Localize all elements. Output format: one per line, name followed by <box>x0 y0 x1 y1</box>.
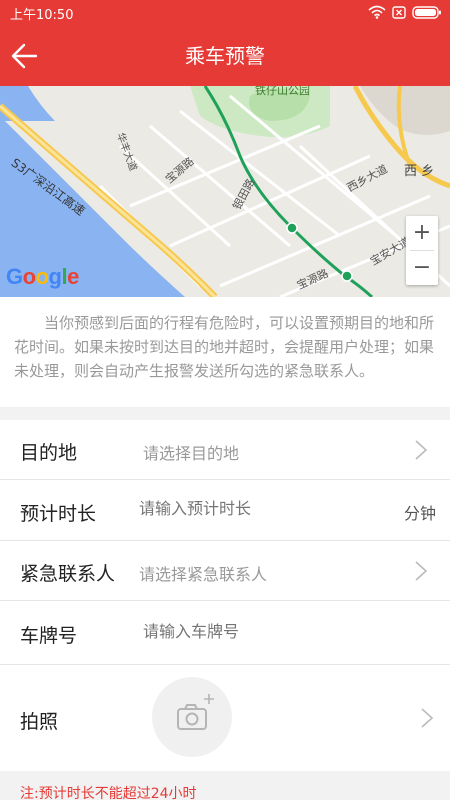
row-photo: 拍照 <box>0 665 450 771</box>
chevron-right-icon <box>415 440 428 460</box>
photo-label: 拍照 <box>20 711 59 733</box>
zoom-out-button[interactable]: − <box>406 251 438 285</box>
page-title: 乘车预警 <box>185 44 265 68</box>
duration-input[interactable] <box>139 498 379 522</box>
sim-icon <box>392 5 406 19</box>
zoom-in-button[interactable]: + <box>406 216 438 250</box>
contact-label: 紧急联系人 <box>20 563 116 585</box>
header: 乘车预警 <box>0 26 450 86</box>
footer-note: 注:预计时长不能超过24小时 <box>0 772 450 800</box>
row-plate: 车牌号 <box>0 601 450 665</box>
map-label-park: 铁仔山公园 <box>255 86 310 97</box>
destination-select[interactable]: 请选择目的地 <box>143 440 239 464</box>
back-button[interactable] <box>6 34 50 78</box>
zoom-controls: + − <box>406 216 438 285</box>
row-duration: 预计时长 分钟 <box>0 480 450 541</box>
duration-label: 预计时长 <box>20 503 97 525</box>
contact-select[interactable]: 请选择紧急联系人 <box>139 561 267 585</box>
battery-icon <box>412 5 442 19</box>
map-label-area-xixiang: 西 乡 <box>404 164 435 179</box>
map-view[interactable]: 铁仔山公园 S3广深沿江高速 宝源路 银田路 西乡大道 西 乡 宝安大道 宝源路… <box>0 86 450 297</box>
chevron-right-icon <box>415 561 428 581</box>
chevron-right-icon[interactable] <box>420 707 434 729</box>
duration-unit: 分钟 <box>403 504 436 523</box>
app-root: 上午10:50 乘车预警 铁仔山公园 S3广深沿江高速 宝源路 银田路 西乡大道… <box>0 0 450 800</box>
notice-panel: 当你预感到后面的行程有危险时，可以设置预期目的地和所花时间。如果未按时到达目的地… <box>0 297 450 407</box>
google-logo: Google <box>6 264 79 289</box>
status-bar: 上午10:50 <box>0 0 450 26</box>
camera-add-icon <box>177 694 214 730</box>
row-destination[interactable]: 目的地 请选择目的地 <box>0 420 450 480</box>
camera-add-button[interactable] <box>152 677 232 757</box>
status-icons <box>368 5 442 19</box>
plate-label: 车牌号 <box>20 625 78 647</box>
alert-form: 目的地 请选择目的地 预计时长 分钟 紧急联系人 请选择紧急联系人 车牌号 拍照 <box>0 420 450 771</box>
destination-label: 目的地 <box>20 442 78 464</box>
status-time: 上午10:50 <box>10 8 74 23</box>
row-contact[interactable]: 紧急联系人 请选择紧急联系人 <box>0 541 450 601</box>
notice-text: 当你预感到后面的行程有危险时，可以设置预期目的地和所花时间。如果未按时到达目的地… <box>14 314 435 380</box>
wifi-icon <box>368 5 386 19</box>
arrow-left-icon <box>6 43 50 82</box>
plate-input[interactable] <box>143 621 383 645</box>
